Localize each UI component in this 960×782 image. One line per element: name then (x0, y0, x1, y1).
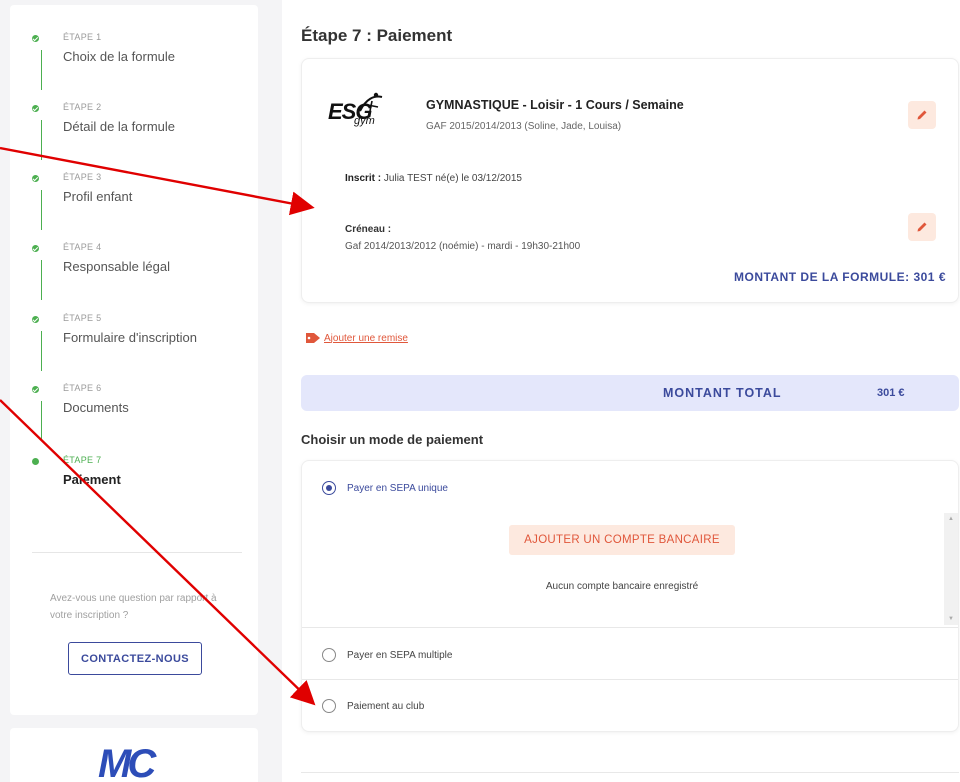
option-sepa-multiple-label[interactable]: Payer en SEPA multiple (347, 650, 452, 661)
check-icon (32, 316, 39, 323)
footer-divider (301, 772, 959, 773)
radio-paiement-club[interactable] (322, 699, 336, 713)
creneau-label: Créneau : (345, 224, 392, 235)
no-bank-account-text: Aucun compte bancaire enregistré (545, 581, 699, 592)
step-title: Paiement (63, 472, 121, 487)
inscrit-label: Inscrit : (345, 173, 382, 184)
club-logo-subtext: gym (354, 115, 375, 127)
step-connector (41, 331, 42, 371)
pencil-icon (917, 110, 927, 120)
check-icon (32, 105, 39, 112)
creneau-value: Gaf 2014/2013/2012 (noémie) - mardi - 19… (345, 241, 581, 252)
step-connector (41, 401, 42, 441)
add-discount-link[interactable]: Ajouter une remise (305, 332, 408, 344)
step-connector (41, 120, 42, 160)
option-divider (302, 679, 958, 680)
steps-sidebar: ÉTAPE 1 Choix de la formule ÉTAPE 2 Déta… (10, 5, 258, 715)
step-title: Profil enfant (63, 189, 133, 204)
formula-card: ESG gym GYMNASTIQUE - Loisir - 1 Cours /… (301, 58, 959, 303)
scroll-up-icon[interactable]: ▲ (944, 513, 958, 525)
total-value: 301 € (877, 387, 905, 399)
step-title: Détail de la formule (63, 119, 175, 134)
formula-title: GYMNASTIQUE - Loisir - 1 Cours / Semaine (426, 98, 684, 112)
mc-logo: MC (98, 742, 156, 782)
scroll-down-icon[interactable]: ▼ (944, 613, 958, 625)
step-title: Formulaire d'inscription (63, 330, 197, 345)
option-sepa-unique-label[interactable]: Payer en SEPA unique (347, 483, 448, 494)
gymnast-icon (359, 92, 383, 112)
tag-icon (306, 333, 320, 343)
radio-sepa-unique[interactable] (322, 481, 336, 495)
inscrit-value: Julia TEST né(e) le 03/12/2015 (383, 173, 522, 184)
step-number: ÉTAPE 3 (63, 172, 102, 182)
sidebar-divider (32, 552, 242, 553)
add-discount-label: Ajouter une remise (324, 332, 408, 344)
payment-method-title: Choisir un mode de paiement (301, 432, 484, 447)
step-number: ÉTAPE 1 (63, 32, 102, 42)
current-step-dot (32, 458, 39, 465)
add-bank-account-button[interactable]: AJOUTER UN COMPTE BANCAIRE (509, 525, 735, 555)
step-connector (41, 260, 42, 300)
option-divider (302, 627, 958, 628)
step-connector (41, 190, 42, 230)
step-number: ÉTAPE 2 (63, 102, 102, 112)
scrollbar[interactable]: ▲ ▼ (944, 513, 958, 625)
check-icon (32, 175, 39, 182)
radio-sepa-multiple[interactable] (322, 648, 336, 662)
step-connector (41, 50, 42, 90)
step-number: ÉTAPE 5 (63, 313, 102, 323)
step-number: ÉTAPE 4 (63, 242, 102, 252)
step-title: Choix de la formule (63, 49, 175, 64)
formula-subtitle: GAF 2015/2014/2013 (Soline, Jade, Louisa… (426, 121, 622, 132)
step-number: ÉTAPE 6 (63, 383, 102, 393)
payment-panel: Étape 7 : Paiement ESG gym GYMNASTIQUE -… (282, 0, 960, 782)
club-logo: ESG gym (328, 91, 390, 131)
total-label: MONTANT TOTAL (663, 386, 782, 400)
page-title: Étape 7 : Paiement (301, 26, 453, 45)
payment-options: Payer en SEPA unique AJOUTER UN COMPTE B… (301, 460, 959, 732)
inscrit-line: Inscrit : Julia TEST né(e) le 03/12/2015 (345, 173, 522, 184)
edit-creneau-button[interactable] (908, 213, 936, 241)
contact-button[interactable]: CONTACTEZ-NOUS (68, 642, 202, 675)
edit-formula-button[interactable] (908, 101, 936, 129)
help-text: Avez-vous une question par rapport à vot… (50, 593, 217, 621)
step-title: Responsable légal (63, 259, 170, 274)
total-bar: MONTANT TOTAL 301 € (301, 375, 959, 411)
check-icon (32, 35, 39, 42)
step-number: ÉTAPE 7 (63, 455, 102, 465)
partner-logo-card: MC (10, 728, 258, 782)
pencil-icon (917, 222, 927, 232)
formula-amount: MONTANT DE LA FORMULE: 301 € (733, 270, 946, 284)
check-icon (32, 386, 39, 393)
option-paiement-club-label[interactable]: Paiement au club (347, 701, 424, 712)
check-icon (32, 245, 39, 252)
step-title: Documents (63, 400, 129, 415)
